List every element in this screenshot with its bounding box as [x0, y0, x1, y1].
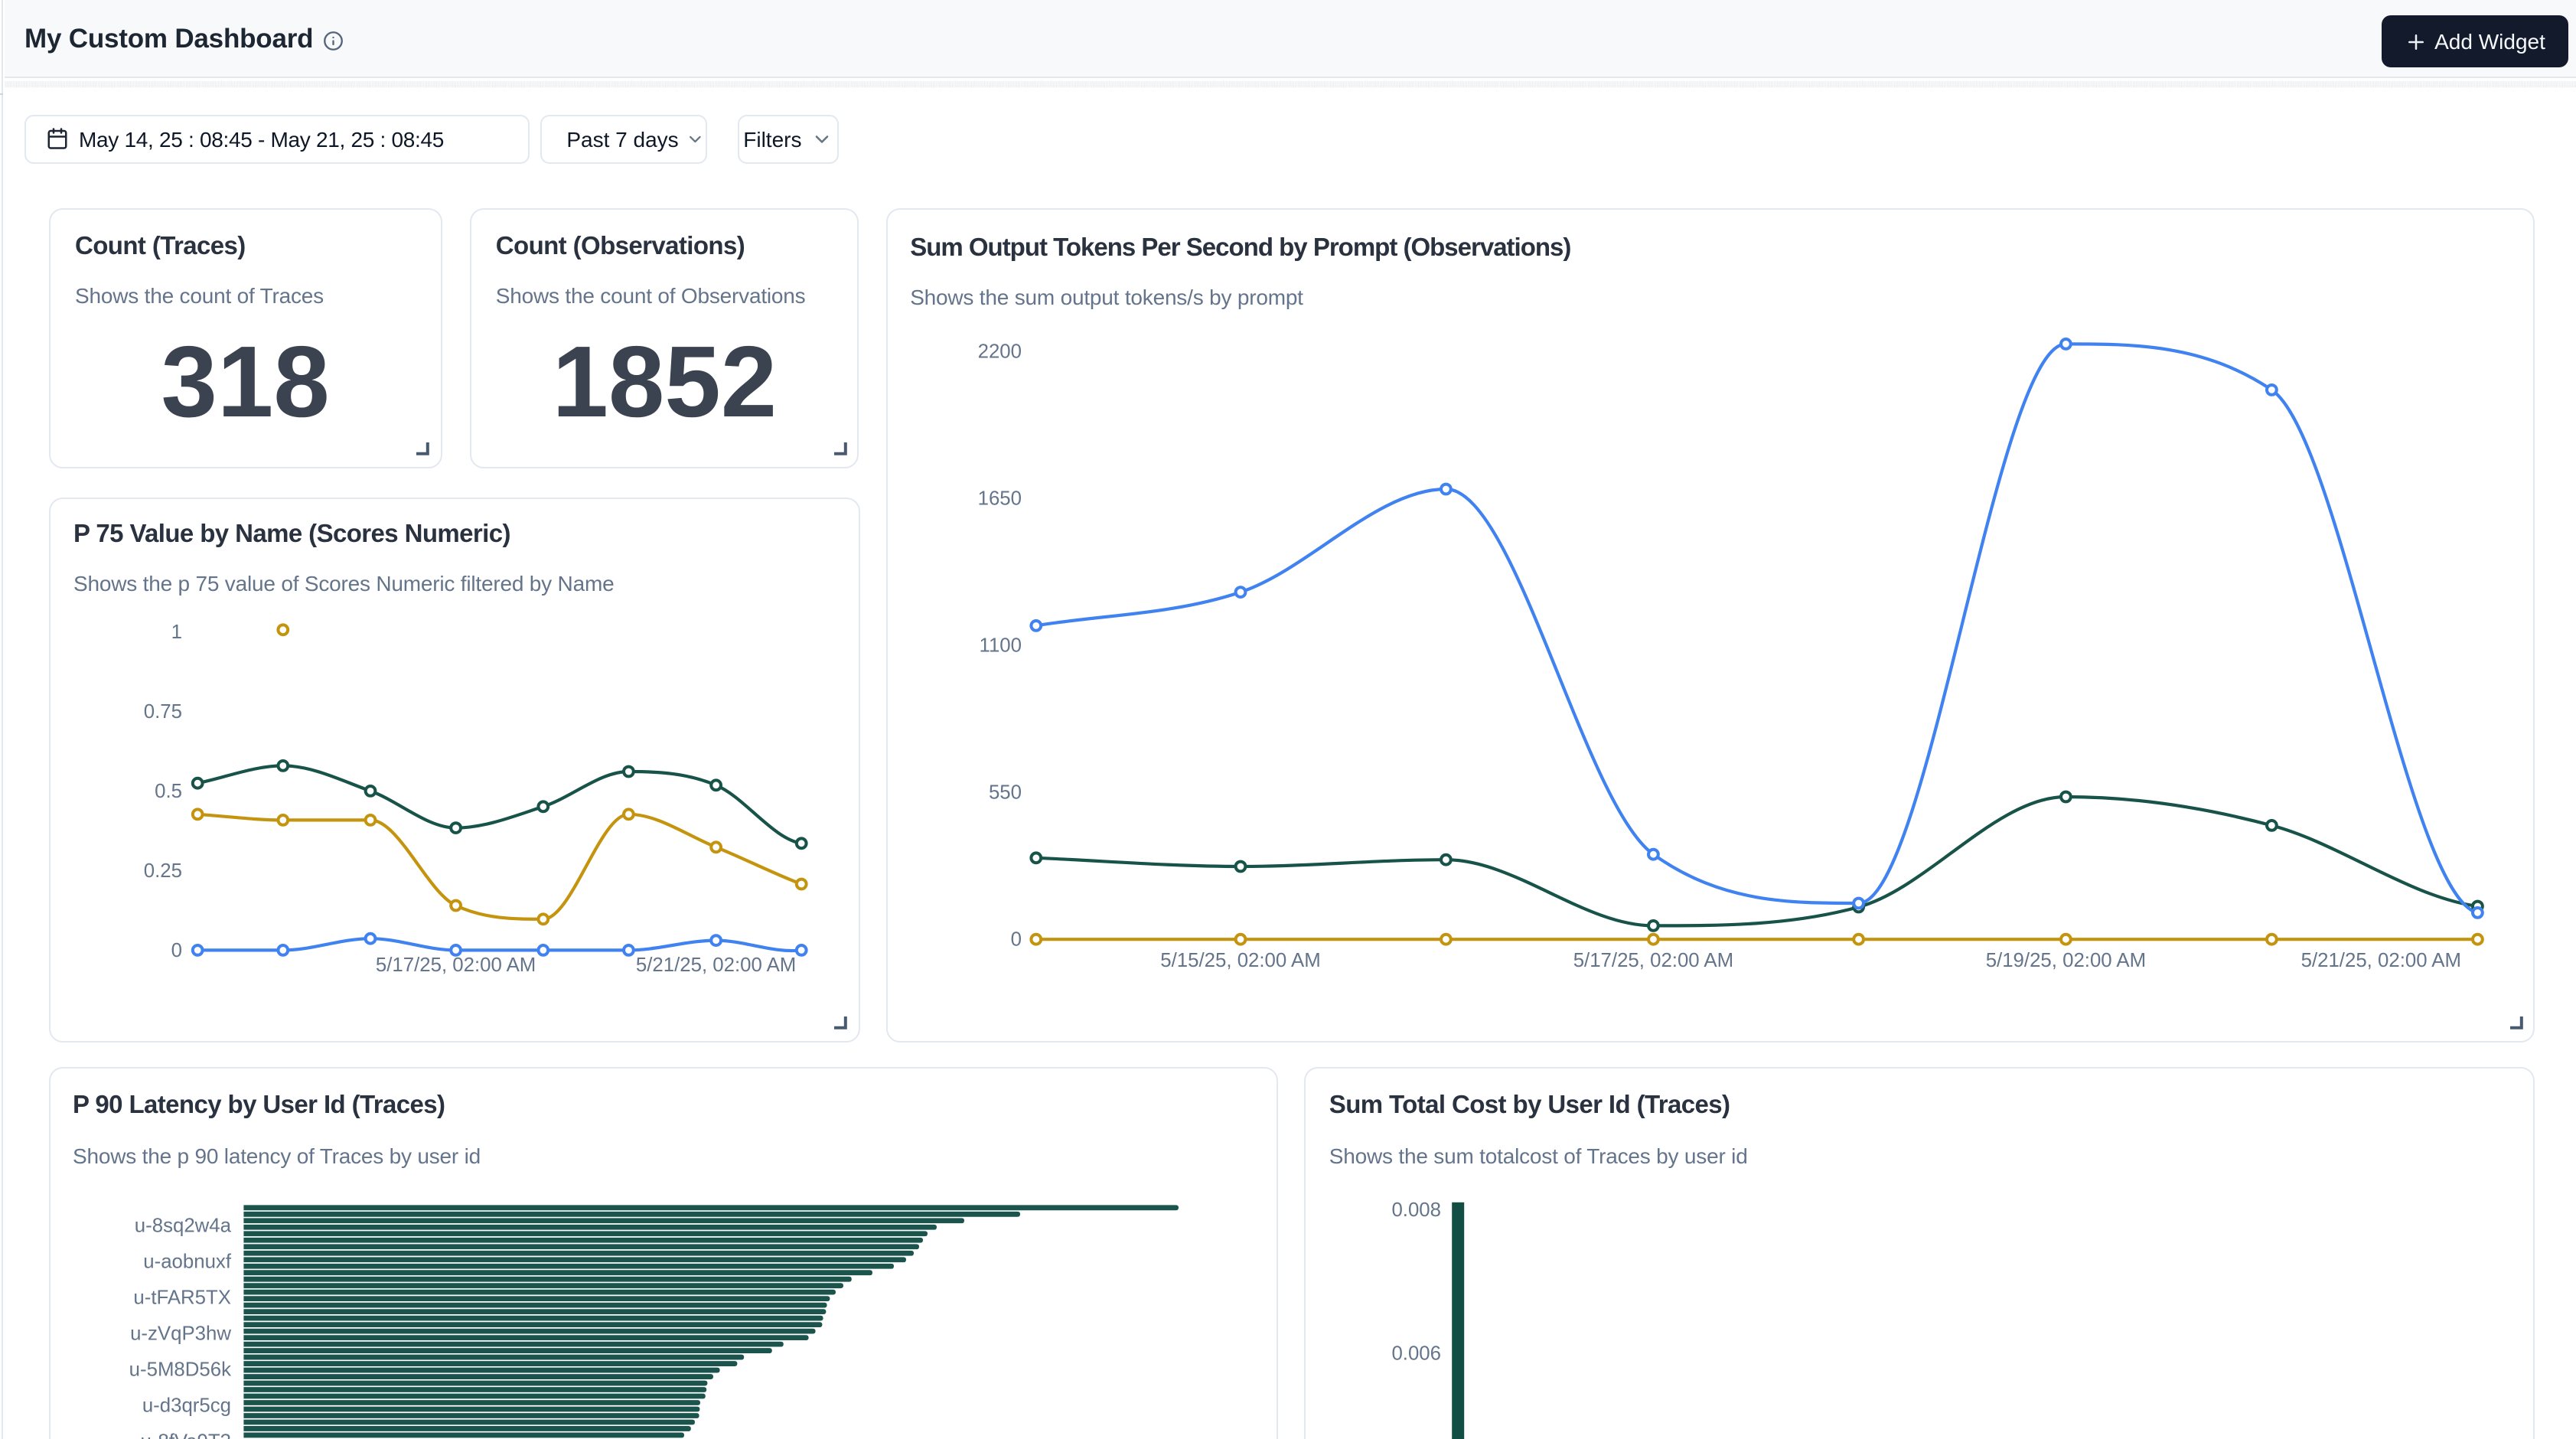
svg-text:u-zVqP3hw: u-zVqP3hw [130, 1323, 231, 1345]
svg-text:5/17/25, 02:00 AM: 5/17/25, 02:00 AM [1573, 950, 1733, 971]
svg-text:1650: 1650 [978, 488, 1022, 509]
svg-text:0: 0 [1011, 928, 1022, 950]
svg-text:0.008: 0.008 [1391, 1199, 1441, 1221]
svg-text:0.75: 0.75 [144, 701, 182, 723]
svg-text:u-8sq2w4a: u-8sq2w4a [135, 1215, 232, 1237]
svg-text:5/21/25, 02:00 AM: 5/21/25, 02:00 AM [2301, 950, 2461, 971]
svg-text:0: 0 [171, 940, 182, 961]
svg-text:5/19/25, 02:00 AM: 5/19/25, 02:00 AM [1986, 950, 2146, 971]
svg-text:5/15/25, 02:00 AM: 5/15/25, 02:00 AM [1160, 950, 1320, 971]
svg-text:2200: 2200 [978, 341, 1022, 362]
svg-text:u-tFAR5TX: u-tFAR5TX [133, 1287, 231, 1309]
svg-text:u-aobnuxf: u-aobnuxf [143, 1251, 232, 1273]
svg-text:u-5M8D56k: u-5M8D56k [129, 1359, 231, 1381]
svg-text:0.25: 0.25 [144, 860, 182, 882]
svg-text:5/17/25, 02:00 AM: 5/17/25, 02:00 AM [376, 954, 536, 976]
svg-text:u-d3qr5cg: u-d3qr5cg [142, 1395, 231, 1417]
svg-text:5/21/25, 02:00 AM: 5/21/25, 02:00 AM [636, 954, 796, 976]
svg-text:0.5: 0.5 [155, 781, 182, 802]
svg-text:u-8fVa9T3: u-8fVa9T3 [140, 1431, 231, 1439]
svg-text:0.006: 0.006 [1391, 1343, 1441, 1364]
svg-text:1: 1 [171, 622, 182, 643]
svg-text:1100: 1100 [980, 635, 1022, 656]
svg-text:550: 550 [989, 781, 1022, 803]
